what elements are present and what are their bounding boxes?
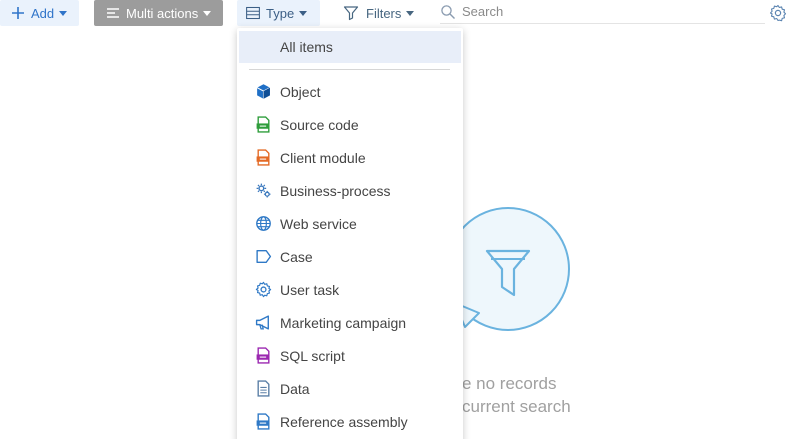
chevron-down-icon — [203, 11, 212, 16]
table-rows-icon — [246, 6, 260, 20]
document-icon — [255, 380, 272, 397]
client-module-icon — [255, 149, 272, 166]
menu-item-label: Business-process — [280, 182, 391, 199]
settings-gear-icon[interactable] — [769, 4, 787, 22]
menu-item-reference-assembly[interactable]: Reference assembly — [237, 405, 463, 438]
add-button-label: Add — [31, 5, 55, 21]
menu-item-business-process[interactable]: Business-process — [237, 174, 463, 207]
toolbar: Add Multi actions Type Filters — [0, 0, 795, 26]
menu-item-data[interactable]: Data — [237, 372, 463, 405]
menu-item-label: User task — [280, 281, 340, 298]
menu-item-marketing-campaign[interactable]: Marketing campaign — [237, 306, 463, 339]
menu-item-all-items[interactable]: All items — [239, 31, 461, 63]
menu-item-source-code[interactable]: Source code — [237, 108, 463, 141]
menu-item-label: Data — [280, 380, 310, 397]
menu-item-label: SQL script — [280, 347, 345, 364]
filters-button[interactable]: Filters — [343, 0, 415, 26]
type-menu-list: Object Source code Client module Busines… — [237, 75, 463, 438]
type-button[interactable]: Type — [237, 0, 320, 26]
search-box — [440, 0, 765, 24]
menu-divider — [249, 69, 450, 70]
menu-item-web-service[interactable]: Web service — [237, 207, 463, 240]
megaphone-icon — [255, 314, 272, 331]
menu-item-case[interactable]: Case — [237, 240, 463, 273]
add-button[interactable]: Add — [0, 0, 79, 26]
search-input[interactable] — [462, 4, 742, 19]
empty-state-message-line1: e no records — [462, 374, 557, 393]
filter-funnel-icon — [343, 5, 359, 21]
menu-item-label: Web service — [280, 215, 357, 232]
list-lines-icon — [106, 6, 120, 20]
menu-item-label: Client module — [280, 149, 366, 166]
sql-script-icon — [255, 347, 272, 364]
chevron-down-icon — [299, 11, 308, 16]
type-button-label: Type — [266, 5, 295, 21]
chevron-down-icon — [406, 11, 415, 16]
filters-label: Filters — [366, 5, 402, 21]
menu-item-label: All items — [280, 39, 333, 55]
menu-item-sql-script[interactable]: SQL script — [237, 339, 463, 372]
menu-item-user-task[interactable]: User task — [237, 273, 463, 306]
menu-item-label: Source code — [280, 116, 359, 133]
cube-icon — [255, 83, 272, 100]
menu-item-label: Reference assembly — [280, 413, 408, 430]
menu-item-label: Marketing campaign — [280, 314, 407, 331]
empty-state-message-line2: current search — [462, 397, 571, 416]
gear-icon — [255, 281, 272, 298]
menu-item-label: Case — [280, 248, 313, 265]
multi-actions-label: Multi actions — [126, 5, 199, 21]
type-dropdown-menu: All items Object Source code Client modu… — [237, 28, 463, 439]
search-icon — [440, 4, 456, 20]
globe-icon — [255, 215, 272, 232]
menu-item-label: Object — [280, 83, 321, 100]
assembly-icon — [255, 413, 272, 430]
menu-item-object[interactable]: Object — [237, 75, 463, 108]
case-icon — [255, 248, 272, 265]
menu-item-client-module[interactable]: Client module — [237, 141, 463, 174]
plus-icon — [11, 6, 25, 20]
multi-actions-button[interactable]: Multi actions — [94, 0, 223, 26]
source-code-icon — [255, 116, 272, 133]
chevron-down-icon — [59, 11, 68, 16]
business-process-icon — [255, 182, 272, 199]
